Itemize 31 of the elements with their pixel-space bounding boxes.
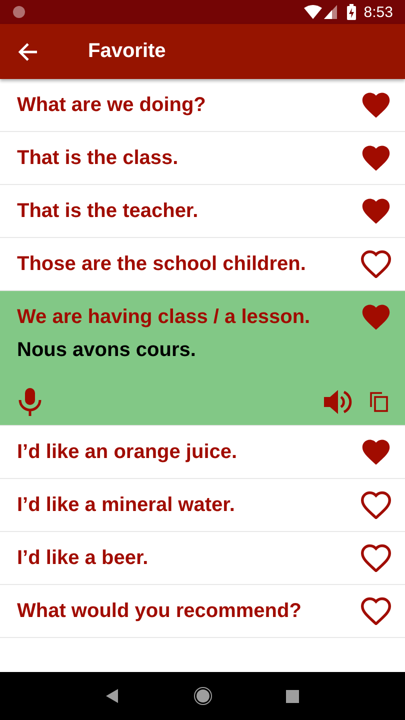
heart-filled-button[interactable] xyxy=(361,197,391,225)
notification-dot-icon xyxy=(13,6,25,18)
recents-nav-button[interactable] xyxy=(286,690,299,702)
battery-icon xyxy=(346,4,356,20)
heart-filled-button[interactable] xyxy=(361,91,391,119)
phrase-text[interactable]: I’d like a mineral water. xyxy=(17,494,361,516)
heart-filled-button[interactable] xyxy=(361,303,391,331)
phrase-text[interactable]: What would you recommend? xyxy=(17,600,361,622)
home-nav-button[interactable] xyxy=(192,686,213,706)
back-nav-button[interactable] xyxy=(106,689,120,703)
speaker-button[interactable] xyxy=(324,389,352,415)
phrase-text[interactable]: That is the teacher. xyxy=(17,200,361,222)
heart-outline-button[interactable] xyxy=(361,544,391,572)
phrase-text[interactable]: That is the class. xyxy=(17,146,361,170)
phrase-text[interactable]: What are we doing? xyxy=(17,94,361,116)
heart-filled-button[interactable] xyxy=(361,438,391,466)
phrase-text[interactable]: I’d like an orange juice. xyxy=(17,440,361,464)
phrase-text[interactable]: Those are the school children. xyxy=(17,252,361,276)
clock: 8:53 xyxy=(364,4,393,20)
heart-outline-button[interactable] xyxy=(361,491,391,519)
back-button[interactable] xyxy=(17,40,39,62)
heart-outline-button[interactable] xyxy=(361,597,391,625)
translation-text: Nous avons cours. xyxy=(16,339,197,363)
phrase-text[interactable]: I’d like a beer. xyxy=(17,546,361,570)
copy-button[interactable] xyxy=(370,392,388,412)
heart-outline-button[interactable] xyxy=(361,250,391,278)
screen-title: Favorite xyxy=(88,40,166,63)
signal-icon xyxy=(324,5,337,19)
microphone-button[interactable] xyxy=(17,387,43,417)
phrase-text[interactable]: We are having class / a lesson. xyxy=(17,306,361,328)
heart-filled-button[interactable] xyxy=(361,144,391,172)
